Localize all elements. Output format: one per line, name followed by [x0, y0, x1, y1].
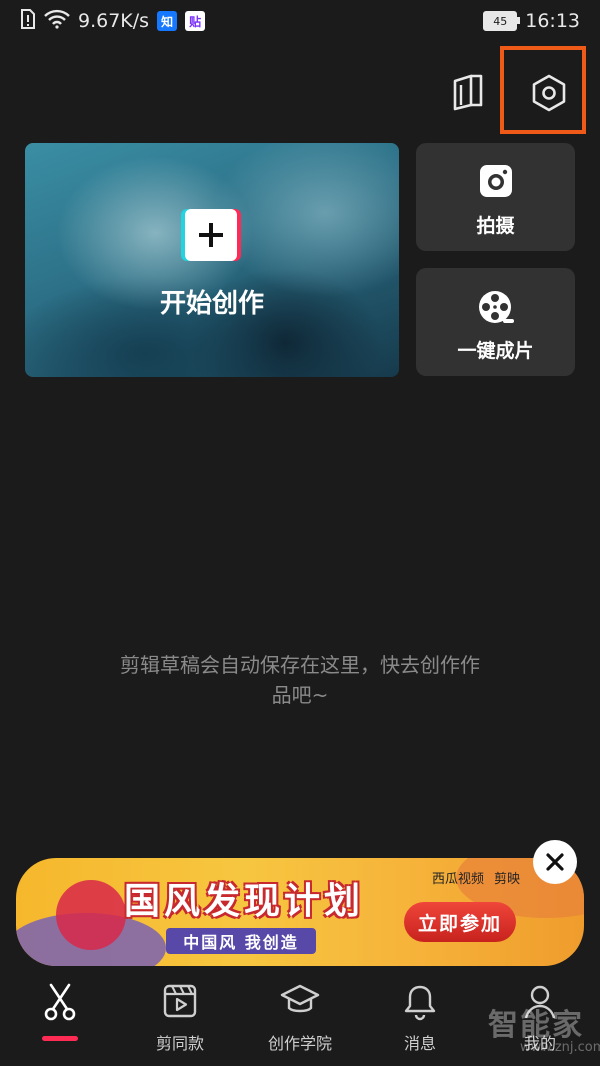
- shoot-button[interactable]: 拍摄: [416, 143, 575, 251]
- one-click-video-button[interactable]: 一键成片: [416, 268, 575, 376]
- settings-highlight-box: [500, 46, 586, 134]
- nav-item-academy[interactable]: 创作学院: [240, 975, 360, 1066]
- nav-item-messages[interactable]: 消息: [360, 975, 480, 1066]
- graduation-cap-icon: [240, 983, 360, 1019]
- template-video-icon: [120, 983, 240, 1019]
- xigua-brand: 西瓜视频: [432, 872, 485, 887]
- banner-subtitle: 中国风 我创造: [166, 928, 316, 954]
- close-icon[interactable]: [533, 840, 577, 884]
- clock: 16:13: [525, 10, 580, 32]
- empty-message-line2: 品吧~: [271, 683, 329, 707]
- watermark: 智能家: [488, 1008, 584, 1043]
- one-click-video-label: 一键成片: [457, 340, 534, 362]
- promo-banner[interactable]: 国风发现计划 中国风 我创造 西瓜视频 剪映 立即参加: [16, 858, 584, 966]
- nav-item-templates[interactable]: 剪同款: [120, 975, 240, 1066]
- status-bar: 9.67K/s 知 贴 45 16:13: [0, 0, 600, 42]
- empty-message-line1: 剪辑草稿会自动保存在这里，快去创作作: [120, 653, 480, 677]
- wifi-icon: [44, 9, 70, 34]
- book-icon[interactable]: [446, 70, 490, 114]
- nav-label-templates: 剪同款: [155, 1034, 204, 1053]
- shoot-label: 拍摄: [476, 215, 515, 237]
- camera-icon: [416, 163, 575, 199]
- empty-drafts-message: 剪辑草稿会自动保存在这里，快去创作作 品吧~: [90, 650, 510, 710]
- tieba-app-icon: 贴: [185, 11, 206, 31]
- bell-icon: [360, 983, 480, 1021]
- watermark-url: www.znj.com: [520, 1040, 600, 1055]
- join-now-button[interactable]: 立即参加: [404, 902, 516, 942]
- battery-icon: 45: [483, 11, 521, 31]
- film-reel-icon: [416, 288, 575, 326]
- nav-label-messages: 消息: [403, 1034, 436, 1053]
- banner-brands: 西瓜视频 剪映: [432, 868, 520, 887]
- start-creating-label: 开始创作: [159, 289, 264, 319]
- start-creating-card[interactable]: 开始创作: [25, 143, 399, 377]
- zhihu-app-icon: 知: [157, 11, 178, 31]
- scissors-icon: [0, 983, 120, 1021]
- plus-icon: [185, 209, 237, 261]
- active-tab-indicator: [42, 1036, 78, 1041]
- nav-item-edit[interactable]: [0, 975, 120, 1066]
- jianying-brand: 剪映: [494, 872, 521, 887]
- banner-title: 国风发现计划: [124, 881, 365, 922]
- sim-alert-icon: [20, 8, 36, 34]
- network-speed: 9.67K/s: [78, 10, 150, 32]
- nav-label-academy: 创作学院: [267, 1034, 332, 1053]
- banner-year-art: [56, 880, 126, 950]
